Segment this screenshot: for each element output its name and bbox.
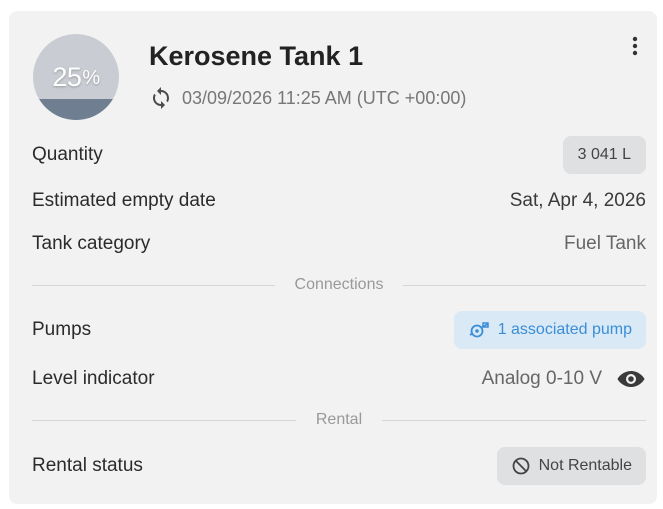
associated-pumps-label: 1 associated pump (497, 321, 632, 338)
connections-divider: Connections (32, 275, 647, 295)
tank-level-number: 25 (52, 61, 82, 92)
level-indicator-value: Analog 0-10 V (481, 368, 602, 389)
quantity-label: Quantity (32, 144, 103, 165)
associated-pumps-button[interactable]: 1 associated pump (453, 311, 646, 349)
empty-date-row: Estimated empty date Sat, Apr 4, 2026 (32, 181, 646, 221)
rental-status-label: Rental status (32, 455, 143, 476)
level-indicator-row: Level indicator Analog 0-10 V (32, 359, 646, 399)
pump-icon (469, 322, 489, 338)
connections-section-title: Connections (294, 276, 384, 293)
quantity-badge: 3 041 L (562, 136, 646, 174)
rental-status-value: Not Rentable (538, 457, 632, 474)
rental-status-badge: Not Rentable (496, 447, 646, 485)
tank-category-label: Tank category (32, 233, 151, 254)
last-sync: 03/09/2026 11:25 AM (UTC +00:00) (149, 84, 466, 112)
prohibited-icon (512, 457, 530, 475)
rental-status-row: Rental status Not Rentable (32, 446, 646, 486)
divider-line (382, 419, 646, 421)
kebab-menu-icon (632, 36, 638, 56)
tank-card: 25% Kerosene Tank 1 03/09/2026 11:25 AM … (9, 11, 657, 504)
pumps-row: Pumps 1 associated pump (32, 310, 646, 350)
empty-date-value: Sat, Apr 4, 2026 (509, 190, 646, 211)
more-options-button[interactable] (627, 35, 643, 57)
level-indicator-value-group: Analog 0-10 V (482, 368, 646, 390)
empty-date-label: Estimated empty date (32, 190, 216, 211)
sync-icon[interactable] (149, 86, 173, 110)
pumps-label: Pumps (32, 319, 92, 340)
divider-line (32, 284, 275, 286)
tank-category-row: Tank category Fuel Tank (32, 224, 646, 264)
divider-line (32, 419, 296, 421)
eye-icon[interactable] (616, 369, 646, 389)
tank-title: Kerosene Tank 1 (149, 41, 364, 71)
rental-divider: Rental (32, 410, 646, 430)
divider-line (403, 284, 647, 286)
tank-level-gauge: 25% (33, 34, 119, 120)
level-indicator-label: Level indicator (32, 368, 155, 389)
tank-level-text: 25% (33, 34, 119, 120)
quantity-value: 3 041 L (577, 146, 631, 163)
last-sync-timestamp: 03/09/2026 11:25 AM (UTC +00:00) (182, 87, 467, 108)
tank-category-value: Fuel Tank (563, 233, 646, 254)
quantity-row: Quantity 3 041 L (32, 135, 646, 175)
tank-level-unit: % (82, 66, 100, 89)
rental-section-title: Rental (315, 411, 363, 428)
